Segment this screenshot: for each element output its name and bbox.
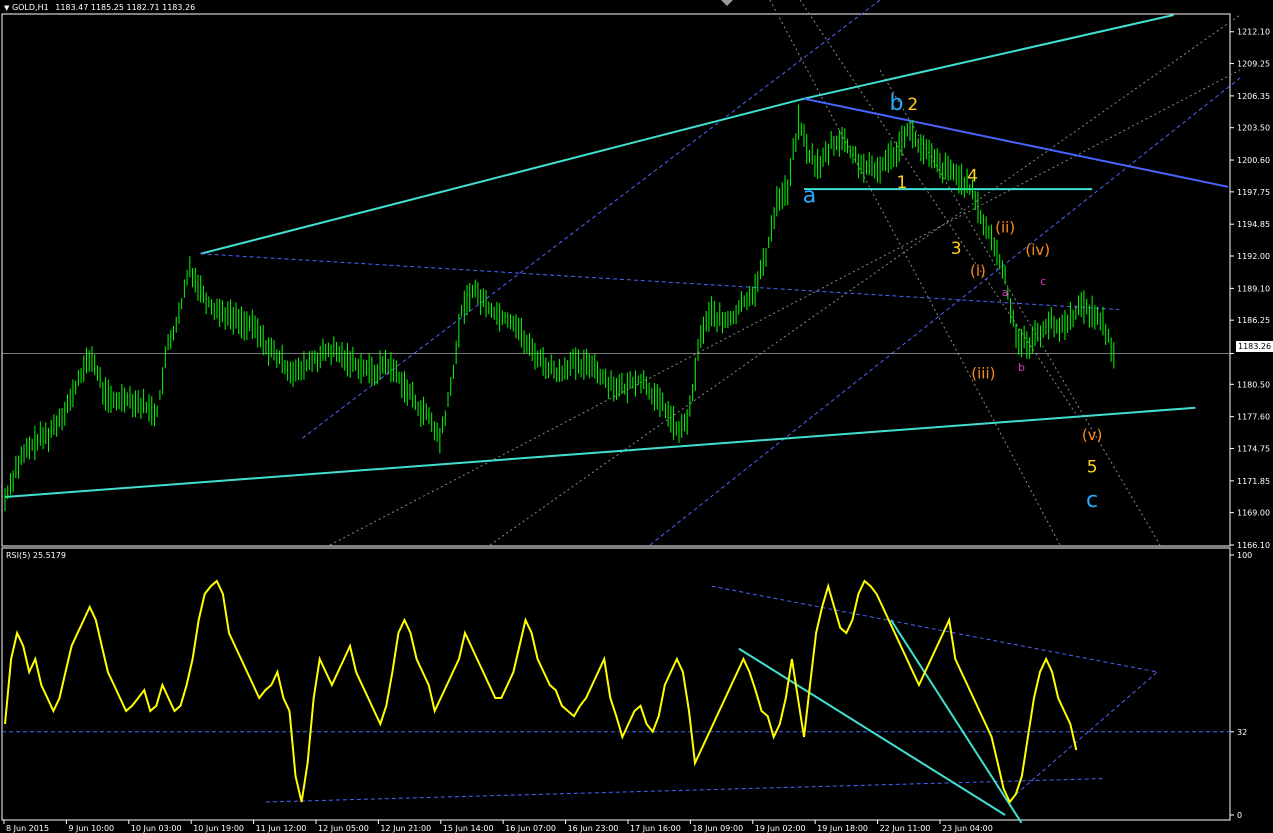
wave-label: c (1086, 488, 1098, 513)
time-tick-label: 10 Jun 03:00 (131, 824, 182, 833)
wave-label: 2 (907, 95, 918, 115)
price-tick-label: 1177.60 (1237, 413, 1270, 422)
price-trendline-1 (200, 97, 805, 255)
price-trendline-0 (4, 406, 1196, 499)
price-tick-label: 1194.85 (1237, 220, 1270, 229)
fib-fan-line-3 (329, 69, 1241, 546)
fib-fan-line-1 (879, 69, 1161, 546)
price-tick-label: 1212.10 (1237, 28, 1270, 37)
price-chart-panel[interactable]: 1212.10 1209.25 1206.35 1203.50 1200.60 1197.… (0, 0, 1273, 833)
fib-fan-line-0 (769, 0, 1061, 546)
price-tick-label: 1186.25 (1237, 316, 1270, 325)
rsi-header: RSI(5) 25.5179 (6, 551, 66, 560)
price-tick-label: 1192.00 (1237, 252, 1270, 261)
time-tick-label: 16 Jun 23:00 (568, 824, 619, 833)
time-tick-label: 11 Jun 12:00 (256, 824, 307, 833)
wave-label: a (1002, 286, 1009, 299)
ohlc-values: 1183.47 1185.25 1182.71 1183.26 (55, 3, 196, 12)
rsi-tick-label: 100 (1237, 551, 1252, 560)
fib-fan-line-4 (489, 14, 1241, 546)
price-tick-label: 1203.50 (1237, 124, 1270, 133)
time-tick-label: 15 Jun 14:00 (443, 824, 494, 833)
price-tick-label: 1169.00 (1237, 509, 1270, 518)
price-tick-label: 1206.35 (1237, 92, 1270, 101)
rsi-trendline-2 (738, 647, 1006, 816)
rsi-series-line (4, 579, 1078, 804)
wave-label: b (889, 91, 903, 116)
symbol-header: ▼ GOLD,H1 1183.47 1185.25 1182.71 1183.2… (4, 3, 195, 12)
wave-label: b (1018, 361, 1025, 374)
wave-label: 1 (896, 173, 907, 193)
scroll-marker-icon (721, 0, 733, 6)
price-tick-label: 1171.85 (1237, 477, 1270, 486)
time-tick-label: 16 Jun 07:00 (505, 824, 556, 833)
time-tick-label: 8 Jun 2015 (6, 824, 49, 833)
price-tick-label: 1197.75 (1237, 188, 1270, 197)
wave-label: (iii) (971, 365, 995, 383)
wave-label: 5 (1087, 457, 1098, 477)
time-tick-label: 9 Jun 10:00 (68, 824, 114, 833)
price-trendline-4 (803, 97, 1229, 188)
price-tick-label: 1189.10 (1237, 284, 1270, 293)
time-tick-label: 22 Jun 11:00 (880, 824, 931, 833)
price-tick-label: 1209.25 (1237, 60, 1270, 69)
time-tick-label: 17 Jun 16:00 (630, 824, 681, 833)
price-tick-label: 1180.50 (1237, 380, 1270, 389)
price-trendline-2 (803, 14, 1174, 100)
wave-label: c (1040, 275, 1046, 288)
wave-label: a (803, 183, 816, 208)
current-price-tag: 1183.26 (1236, 341, 1273, 352)
symbol-label: GOLD,H1 (11, 3, 49, 12)
price-tick-label: 1200.60 (1237, 156, 1270, 165)
time-tick-label: 10 Jun 19:00 (193, 824, 244, 833)
wave-label: (v) (1082, 426, 1103, 444)
time-tick-label: 19 Jun 18:00 (817, 824, 868, 833)
time-tick-label: 19 Jun 02:00 (755, 824, 806, 833)
dropdown-triangle-icon[interactable]: ▼ (4, 4, 9, 12)
wave-label: (i) (970, 262, 986, 280)
time-tick-label: 12 Jun 05:00 (318, 824, 369, 833)
wave-label: (ii) (995, 219, 1015, 237)
price-tick-label: 1166.10 (1237, 541, 1270, 550)
rsi-tick-label: 32 (1237, 728, 1247, 737)
price-tick-label: 1174.75 (1237, 444, 1270, 453)
time-tick-label: 12 Jun 21:00 (380, 824, 431, 833)
time-tick-label: 18 Jun 09:00 (692, 824, 743, 833)
wave-label: (iv) (1025, 241, 1050, 259)
rsi-trendline-4 (1015, 671, 1158, 795)
fib-fan-line-2 (799, 0, 1081, 421)
trading-chart[interactable]: 1212.10 1209.25 1206.35 1203.50 1200.60 1197.… (0, 0, 1273, 833)
wave-label: 4 (967, 166, 978, 186)
channel-guide-1 (299, 0, 881, 441)
rsi-tick-label: 0 (1237, 811, 1242, 820)
time-tick-label: 23 Jun 04:00 (942, 824, 993, 833)
rsi-trendline-3 (890, 619, 1023, 824)
rsi-trendline-0 (711, 585, 1158, 673)
wave-label: 3 (951, 239, 962, 259)
